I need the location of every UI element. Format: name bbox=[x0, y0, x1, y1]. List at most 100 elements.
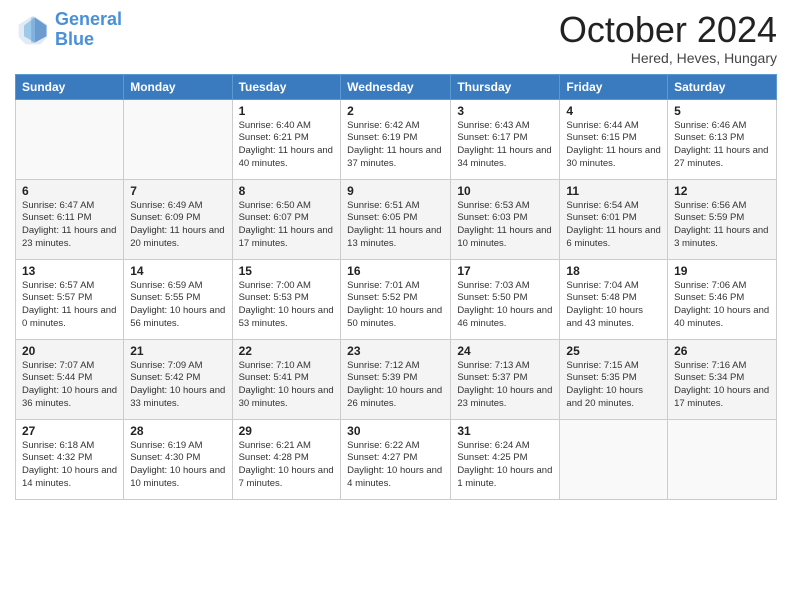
day-cell: 19Sunrise: 7:06 AMSunset: 5:46 PMDayligh… bbox=[668, 259, 777, 339]
day-header-sunday: Sunday bbox=[16, 74, 124, 99]
day-number: 24 bbox=[457, 344, 553, 358]
day-info: Sunrise: 7:13 AMSunset: 5:37 PMDaylight:… bbox=[457, 360, 553, 411]
page-header: General Blue October 2024 Hered, Heves, … bbox=[15, 10, 777, 66]
day-cell: 12 Sunrise: 6:56 AMSunset: 5:59 PMDayligh… bbox=[668, 179, 777, 259]
day-cell: 25 Sunrise: 7:15 AMSunset: 5:35 PMDayligh… bbox=[560, 339, 668, 419]
day-cell: 4Sunrise: 6:44 AMSunset: 6:15 PMDaylight… bbox=[560, 99, 668, 179]
day-number: 25 bbox=[566, 344, 661, 358]
title-block: October 2024 Hered, Heves, Hungary bbox=[559, 10, 777, 66]
day-number: 31 bbox=[457, 424, 553, 438]
day-header-thursday: Thursday bbox=[451, 74, 560, 99]
day-info: Sunrise: 6:24 AMSunset: 4:25 PMDaylight:… bbox=[457, 440, 553, 491]
day-info: Sunrise: 7:10 AMSunset: 5:41 PMDaylight:… bbox=[239, 360, 335, 411]
day-number: 26 bbox=[674, 344, 770, 358]
day-cell: 9 Sunrise: 6:51 AMSunset: 6:05 PMDaylight… bbox=[341, 179, 451, 259]
calendar-table: SundayMondayTuesdayWednesdayThursdayFrid… bbox=[15, 74, 777, 500]
day-info: Sunrise: 6:46 AMSunset: 6:13 PMDaylight:… bbox=[674, 120, 770, 171]
day-cell: 29 Sunrise: 6:21 AMSunset: 4:28 PMDayligh… bbox=[232, 419, 341, 499]
day-cell bbox=[16, 99, 124, 179]
day-info: Sunrise: 6:40 AMSunset: 6:21 PMDaylight:… bbox=[239, 120, 335, 171]
day-header-monday: Monday bbox=[124, 74, 232, 99]
day-cell: 26Sunrise: 7:16 AMSunset: 5:34 PMDayligh… bbox=[668, 339, 777, 419]
day-cell: 6Sunrise: 6:47 AMSunset: 6:11 PMDaylight… bbox=[16, 179, 124, 259]
day-number: 28 bbox=[130, 424, 225, 438]
day-header-wednesday: Wednesday bbox=[341, 74, 451, 99]
day-number: 10 bbox=[457, 184, 553, 198]
day-cell: 11Sunrise: 6:54 AMSunset: 6:01 PMDayligh… bbox=[560, 179, 668, 259]
day-number: 7 bbox=[130, 184, 225, 198]
day-cell: 22Sunrise: 7:10 AMSunset: 5:41 PMDayligh… bbox=[232, 339, 341, 419]
day-cell: 8 Sunrise: 6:50 AMSunset: 6:07 PMDaylight… bbox=[232, 179, 341, 259]
day-number: 8 bbox=[239, 184, 335, 198]
day-info: Sunrise: 7:04 AMSunset: 5:48 PMDaylight:… bbox=[566, 280, 661, 331]
day-cell: 7 Sunrise: 6:49 AMSunset: 6:09 PMDaylight… bbox=[124, 179, 232, 259]
calendar-page: General Blue October 2024 Hered, Heves, … bbox=[0, 0, 792, 612]
day-number: 17 bbox=[457, 264, 553, 278]
day-info: Sunrise: 6:42 AMSunset: 6:19 PMDaylight:… bbox=[347, 120, 444, 171]
day-info: Sunrise: 6:56 AMSunset: 5:59 PMDaylight:… bbox=[674, 200, 770, 251]
day-number: 11 bbox=[566, 184, 661, 198]
day-info: Sunrise: 7:15 AMSunset: 5:35 PMDaylight:… bbox=[566, 360, 661, 411]
day-number: 30 bbox=[347, 424, 444, 438]
day-cell: 2Sunrise: 6:42 AMSunset: 6:19 PMDaylight… bbox=[341, 99, 451, 179]
month-title: October 2024 bbox=[559, 10, 777, 50]
day-info: Sunrise: 6:49 AMSunset: 6:09 PMDaylight:… bbox=[130, 200, 225, 251]
day-info: Sunrise: 6:47 AMSunset: 6:11 PMDaylight:… bbox=[22, 200, 117, 251]
day-info: Sunrise: 6:19 AMSunset: 4:30 PMDaylight:… bbox=[130, 440, 225, 491]
week-row-4: 20 Sunrise: 7:07 AMSunset: 5:44 PMDayligh… bbox=[16, 339, 777, 419]
day-info: Sunrise: 7:07 AMSunset: 5:44 PMDaylight:… bbox=[22, 360, 117, 411]
day-info: Sunrise: 7:12 AMSunset: 5:39 PMDaylight:… bbox=[347, 360, 444, 411]
day-number: 27 bbox=[22, 424, 117, 438]
day-number: 18 bbox=[566, 264, 661, 278]
day-cell bbox=[124, 99, 232, 179]
day-header-saturday: Saturday bbox=[668, 74, 777, 99]
day-number: 14 bbox=[130, 264, 225, 278]
day-info: Sunrise: 6:43 AMSunset: 6:17 PMDaylight:… bbox=[457, 120, 553, 171]
day-cell bbox=[560, 419, 668, 499]
day-number: 15 bbox=[239, 264, 335, 278]
day-cell: 27Sunrise: 6:18 AMSunset: 4:32 PMDayligh… bbox=[16, 419, 124, 499]
day-cell: 21 Sunrise: 7:09 AMSunset: 5:42 PMDayligh… bbox=[124, 339, 232, 419]
calendar-header-row: SundayMondayTuesdayWednesdayThursdayFrid… bbox=[16, 74, 777, 99]
day-cell: 1Sunrise: 6:40 AMSunset: 6:21 PMDaylight… bbox=[232, 99, 341, 179]
week-row-3: 13Sunrise: 6:57 AMSunset: 5:57 PMDayligh… bbox=[16, 259, 777, 339]
day-number: 29 bbox=[239, 424, 335, 438]
day-cell: 10 Sunrise: 6:53 AMSunset: 6:03 PMDayligh… bbox=[451, 179, 560, 259]
day-info: Sunrise: 6:59 AMSunset: 5:55 PMDaylight:… bbox=[130, 280, 225, 331]
day-info: Sunrise: 7:00 AMSunset: 5:53 PMDaylight:… bbox=[239, 280, 335, 331]
day-info: Sunrise: 6:53 AMSunset: 6:03 PMDaylight:… bbox=[457, 200, 553, 251]
day-cell: 30 Sunrise: 6:22 AMSunset: 4:27 PMDayligh… bbox=[341, 419, 451, 499]
day-cell: 13Sunrise: 6:57 AMSunset: 5:57 PMDayligh… bbox=[16, 259, 124, 339]
day-number: 23 bbox=[347, 344, 444, 358]
day-info: Sunrise: 7:03 AMSunset: 5:50 PMDaylight:… bbox=[457, 280, 553, 331]
day-number: 12 bbox=[674, 184, 770, 198]
day-info: Sunrise: 6:22 AMSunset: 4:27 PMDaylight:… bbox=[347, 440, 444, 491]
day-number: 5 bbox=[674, 104, 770, 118]
day-cell bbox=[668, 419, 777, 499]
day-cell: 15 Sunrise: 7:00 AMSunset: 5:53 PMDayligh… bbox=[232, 259, 341, 339]
day-info: Sunrise: 7:09 AMSunset: 5:42 PMDaylight:… bbox=[130, 360, 225, 411]
day-info: Sunrise: 6:57 AMSunset: 5:57 PMDaylight:… bbox=[22, 280, 117, 331]
day-number: 19 bbox=[674, 264, 770, 278]
logo-text: General Blue bbox=[55, 10, 122, 50]
logo: General Blue bbox=[15, 10, 122, 50]
day-cell: 20 Sunrise: 7:07 AMSunset: 5:44 PMDayligh… bbox=[16, 339, 124, 419]
day-header-friday: Friday bbox=[560, 74, 668, 99]
day-cell: 5 Sunrise: 6:46 AMSunset: 6:13 PMDaylight… bbox=[668, 99, 777, 179]
day-number: 3 bbox=[457, 104, 553, 118]
day-cell: 24 Sunrise: 7:13 AMSunset: 5:37 PMDayligh… bbox=[451, 339, 560, 419]
day-cell: 18 Sunrise: 7:04 AMSunset: 5:48 PMDayligh… bbox=[560, 259, 668, 339]
day-cell: 3 Sunrise: 6:43 AMSunset: 6:17 PMDaylight… bbox=[451, 99, 560, 179]
day-number: 20 bbox=[22, 344, 117, 358]
location: Hered, Heves, Hungary bbox=[559, 50, 777, 66]
day-number: 4 bbox=[566, 104, 661, 118]
day-number: 16 bbox=[347, 264, 444, 278]
day-number: 9 bbox=[347, 184, 444, 198]
day-cell: 23 Sunrise: 7:12 AMSunset: 5:39 PMDayligh… bbox=[341, 339, 451, 419]
day-info: Sunrise: 6:50 AMSunset: 6:07 PMDaylight:… bbox=[239, 200, 335, 251]
day-number: 21 bbox=[130, 344, 225, 358]
day-cell: 31 Sunrise: 6:24 AMSunset: 4:25 PMDayligh… bbox=[451, 419, 560, 499]
week-row-2: 6Sunrise: 6:47 AMSunset: 6:11 PMDaylight… bbox=[16, 179, 777, 259]
day-info: Sunrise: 6:51 AMSunset: 6:05 PMDaylight:… bbox=[347, 200, 444, 251]
day-info: Sunrise: 6:21 AMSunset: 4:28 PMDaylight:… bbox=[239, 440, 335, 491]
